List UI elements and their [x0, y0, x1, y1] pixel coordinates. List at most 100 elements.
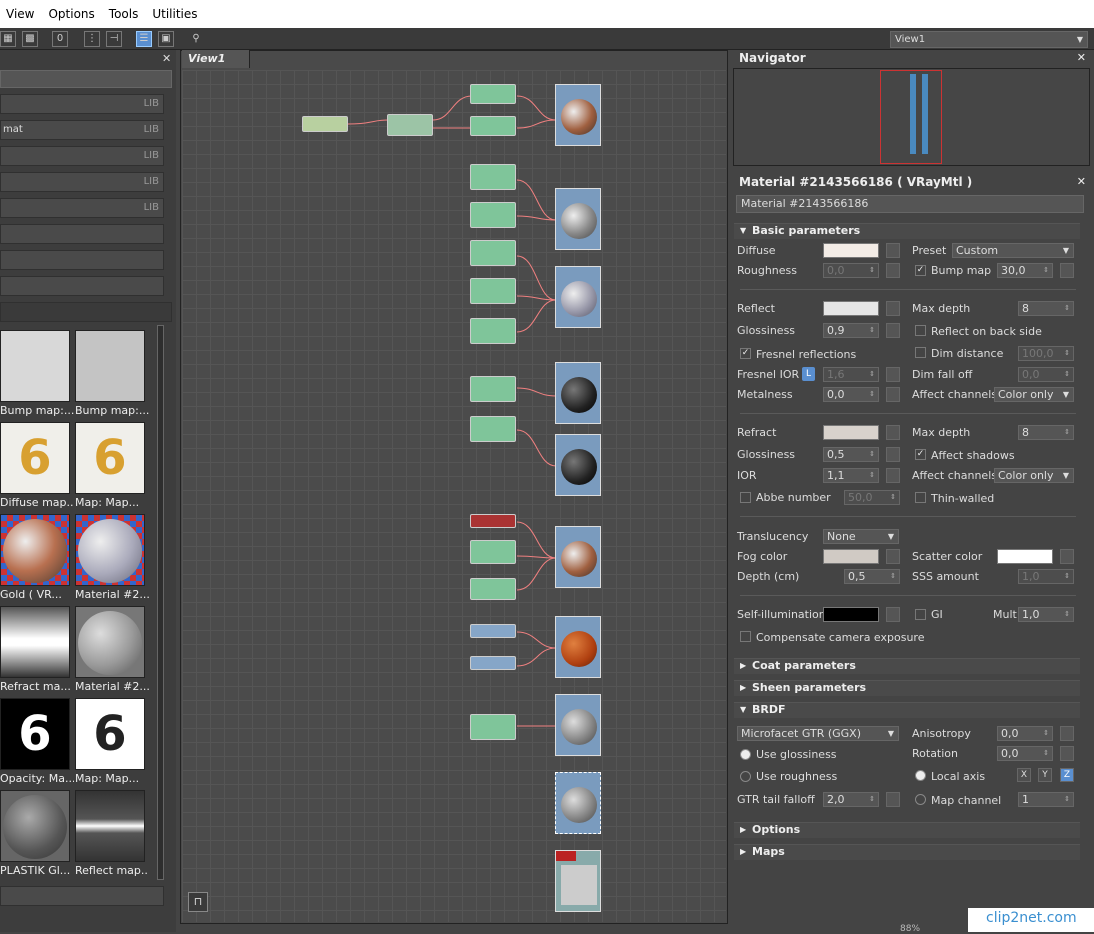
gtr-spinner[interactable]: 2,0 ⇕ [823, 792, 879, 807]
map-node[interactable] [470, 84, 516, 104]
dim-distance-checkbox[interactable] [915, 347, 926, 358]
library-row[interactable]: LIB [0, 198, 164, 218]
refract-glossiness-map-button[interactable] [886, 447, 900, 462]
refract-max-depth-spinner[interactable]: 8 ⇕ [1018, 425, 1074, 440]
library-row[interactable] [0, 250, 164, 270]
tab-view1[interactable]: View1 [182, 50, 250, 68]
fresnel-ior-map-button[interactable] [886, 367, 900, 382]
map-node[interactable] [470, 240, 516, 266]
map-node[interactable] [470, 376, 516, 402]
map-node[interactable] [470, 116, 516, 136]
material-node[interactable] [555, 526, 601, 588]
self-illumination-map-button[interactable] [886, 607, 900, 622]
material-node[interactable] [555, 850, 601, 912]
roughness-map-button[interactable] [886, 263, 900, 278]
menu-options[interactable]: Options [48, 7, 94, 21]
fresnel-lock-button[interactable]: L [802, 367, 815, 381]
thumbnail[interactable]: PLASTIK Gl... [0, 790, 70, 878]
node-canvas[interactable] [182, 70, 726, 922]
sheen-parameters-header[interactable]: ▶ Sheen parameters [734, 680, 1080, 696]
library-row[interactable]: LIB [0, 146, 164, 166]
map-node[interactable] [470, 714, 516, 740]
thumbnail[interactable]: 6 Map: Map... [75, 422, 145, 510]
dim-distance-spinner[interactable]: 100,0 ⇕ [1018, 346, 1074, 361]
axis-x-button[interactable]: X [1017, 768, 1031, 782]
map-node[interactable] [302, 116, 348, 132]
thumbnail[interactable]: Refract ma... [0, 606, 71, 694]
basic-parameters-header[interactable]: ▼ Basic parameters [734, 223, 1080, 239]
glossiness-map-button[interactable] [886, 323, 900, 338]
map-node[interactable] [470, 202, 516, 228]
thumbnail[interactable]: 6 Diffuse map... [0, 422, 74, 510]
checker-icon[interactable]: ▩ [22, 31, 38, 47]
map-node[interactable] [470, 624, 516, 638]
library-row[interactable]: LIB [0, 94, 164, 114]
ior-map-button[interactable] [886, 468, 900, 483]
menu-tools[interactable]: Tools [109, 7, 139, 21]
refract-map-button[interactable] [886, 425, 900, 440]
reflect-back-checkbox[interactable] [915, 325, 926, 336]
thumbnail[interactable]: Material #2... [75, 606, 149, 694]
thumbnail[interactable]: Material #2... [75, 514, 149, 602]
bump-map-checkbox[interactable]: ✓ [915, 265, 926, 276]
translucency-select[interactable]: None ▼ [823, 529, 899, 544]
coat-parameters-header[interactable]: ▶ Coat parameters [734, 658, 1080, 674]
material-node[interactable] [555, 616, 601, 678]
map-node[interactable] [470, 278, 516, 304]
reflect-color[interactable] [823, 301, 879, 316]
gi-checkbox[interactable] [915, 609, 926, 620]
scatter-color[interactable] [997, 549, 1053, 564]
ior-spinner[interactable]: 1,1 ⇕ [823, 468, 879, 483]
self-illumination-color[interactable] [823, 607, 879, 622]
anisotropy-map-button[interactable] [1060, 726, 1074, 741]
map-channel-radio[interactable] [915, 794, 926, 805]
axis-z-button[interactable]: Z [1060, 768, 1074, 782]
material-node[interactable] [555, 266, 601, 328]
map-node[interactable] [470, 416, 516, 442]
pick-icon[interactable]: ⚲ [188, 31, 204, 47]
refract-affect-channels-select[interactable]: Color only ▼ [994, 468, 1074, 483]
selected-material-node[interactable] [555, 772, 601, 834]
abbe-spinner[interactable]: 50,0 ⇕ [844, 490, 900, 505]
glossiness-spinner[interactable]: 0,9 ⇕ [823, 323, 879, 338]
material-node[interactable] [555, 188, 601, 250]
view-lock-icon[interactable]: ⊓ [188, 892, 208, 912]
map-node[interactable] [470, 164, 516, 190]
abbe-checkbox[interactable] [740, 492, 751, 503]
material-name-input[interactable]: Material #2143566186 [736, 195, 1084, 213]
close-icon[interactable]: ✕ [1077, 51, 1086, 64]
fresnel-checkbox[interactable]: ✓ [740, 348, 751, 359]
roughness-spinner[interactable]: 0,0 ⇕ [823, 263, 879, 278]
material-node[interactable] [555, 694, 601, 756]
material-node[interactable] [555, 84, 601, 146]
options-header[interactable]: ▶ Options [734, 822, 1080, 838]
thumbnail[interactable]: 6 Opacity: Ma... [0, 698, 74, 786]
layout-icon[interactable]: ⋮ [84, 31, 100, 47]
bump-spinner[interactable]: 30,0 ⇕ [997, 263, 1053, 278]
fresnel-ior-spinner[interactable]: 1,6 ⇕ [823, 367, 879, 382]
close-icon[interactable]: ✕ [1077, 175, 1086, 188]
thumbnail[interactable]: Bump map:... [0, 330, 74, 418]
gtr-map-button[interactable] [886, 792, 900, 807]
menu-utilities[interactable]: Utilities [152, 7, 197, 21]
browser-search-input[interactable] [0, 70, 172, 88]
brdf-header[interactable]: ▼ BRDF [734, 702, 1080, 718]
max-depth-spinner[interactable]: 8 ⇕ [1018, 301, 1074, 316]
library-row[interactable] [0, 276, 164, 296]
map-channel-spinner[interactable]: 1 ⇕ [1018, 792, 1074, 807]
thin-walled-checkbox[interactable] [915, 492, 926, 503]
metalness-map-button[interactable] [886, 387, 900, 402]
map-node[interactable] [470, 656, 516, 670]
fog-color[interactable] [823, 549, 879, 564]
fog-map-button[interactable] [886, 549, 900, 564]
rotation-map-button[interactable] [1060, 746, 1074, 761]
anisotropy-spinner[interactable]: 0,0 ⇕ [997, 726, 1053, 741]
material-node[interactable] [555, 434, 601, 496]
maps-header[interactable]: ▶ Maps [734, 844, 1080, 860]
thumbnail[interactable]: Bump map:... [75, 330, 149, 418]
view-select[interactable]: View1 ▼ [890, 31, 1088, 48]
zero-icon[interactable]: 0 [52, 31, 68, 47]
map-node[interactable] [470, 540, 516, 564]
thumbnail-scrollbar[interactable] [157, 325, 164, 880]
show-map-icon[interactable]: ▣ [158, 31, 174, 47]
